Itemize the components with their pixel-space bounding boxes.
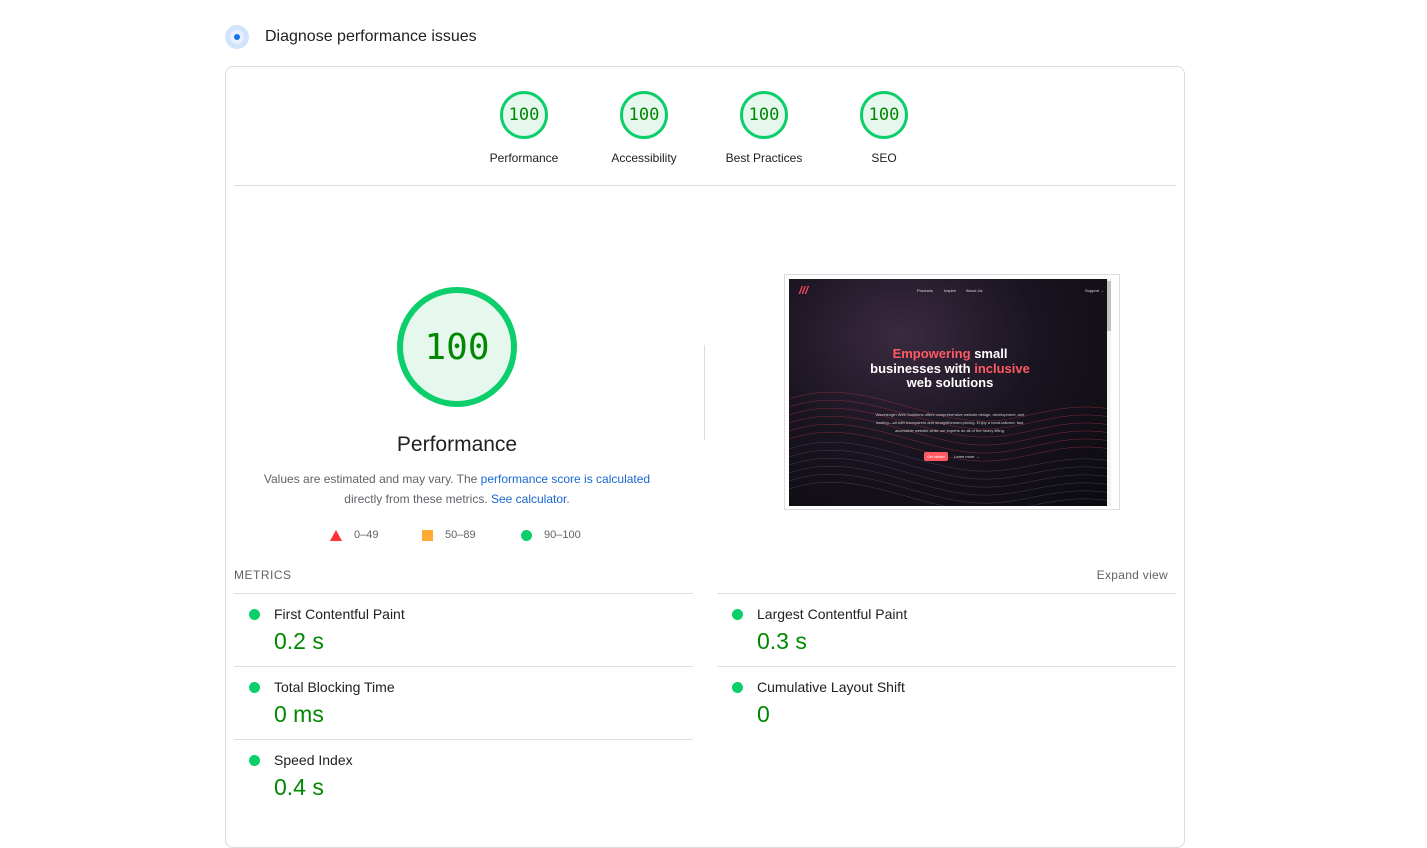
metric-speed-index[interactable]: Speed Index 0.4 s xyxy=(234,739,693,812)
lighthouse-icon xyxy=(225,25,249,49)
divider xyxy=(234,185,1176,186)
see-calculator-link[interactable]: See calculator xyxy=(491,492,566,506)
metric-name: Largest Contentful Paint xyxy=(757,606,908,622)
score-calculated-link[interactable]: performance score is calculated xyxy=(481,472,650,486)
brand-logo-icon: /// xyxy=(799,285,809,297)
metric-value: 0.2 s xyxy=(274,628,324,654)
legend-pass: 90–100 xyxy=(521,529,581,541)
nav-link: Support → xyxy=(1085,288,1105,293)
metrics-title: METRICS xyxy=(234,568,292,582)
description-text: Values are estimated and may vary. The xyxy=(263,472,481,486)
gauge-score: 100 xyxy=(740,91,788,139)
gauge-best-practices[interactable]: 100 Best Practices xyxy=(714,91,814,165)
fail-triangle-icon xyxy=(330,529,342,541)
pass-circle-icon xyxy=(521,529,532,541)
description-text: directly from these metrics. xyxy=(344,492,491,506)
nav-link: Inspire xyxy=(944,288,957,293)
gauge-score: 100 xyxy=(860,91,908,139)
screenshot-learn-link: Learn more → xyxy=(954,454,980,459)
legend-average: 50–89 xyxy=(422,529,476,541)
section-title: Diagnose performance issues xyxy=(265,28,477,45)
screenshot-body: Wavelength Web Solutions offers comprehe… xyxy=(875,412,1025,433)
metric-value: 0 ms xyxy=(274,701,324,727)
score-legend: 0–49 50–89 90–100 xyxy=(226,529,688,545)
section-header: Diagnose performance issues xyxy=(225,25,477,49)
metric-name: Speed Index xyxy=(274,752,353,768)
vertical-divider xyxy=(704,345,705,440)
gauge-label: Accessibility xyxy=(611,151,677,165)
metric-largest-contentful-paint[interactable]: Largest Contentful Paint 0.3 s xyxy=(717,593,1176,666)
metric-value: 0.3 s xyxy=(757,628,807,654)
screenshot-cta-button: Get started xyxy=(924,452,948,461)
performance-score-gauge: 100 xyxy=(397,287,517,407)
metric-cumulative-layout-shift[interactable]: Cumulative Layout Shift 0 xyxy=(717,666,1176,739)
metric-name: Cumulative Layout Shift xyxy=(757,679,905,695)
heading-highlight: inclusive xyxy=(974,360,1030,376)
performance-description: Values are estimated and may vary. The p… xyxy=(226,469,688,509)
gauge-accessibility[interactable]: 100 Accessibility xyxy=(594,91,694,165)
average-square-icon xyxy=(422,529,433,541)
legend-fail: 0–49 xyxy=(330,529,378,541)
pass-circle-icon xyxy=(249,609,260,620)
score-gauges: 100 Performance 100 Accessibility 100 Be… xyxy=(226,91,1184,171)
nav-link: Products xyxy=(917,288,933,293)
gauge-score: 100 xyxy=(620,91,668,139)
pass-circle-icon xyxy=(732,682,743,693)
legend-range: 0–49 xyxy=(354,529,379,541)
gauge-seo[interactable]: 100 SEO xyxy=(834,91,934,165)
metric-first-contentful-paint[interactable]: First Contentful Paint 0.2 s xyxy=(234,593,693,666)
metric-value: 0.4 s xyxy=(274,774,324,800)
heading-highlight: Empowering xyxy=(892,346,971,361)
screenshot-image: /// Products Inspire About Us Support → … xyxy=(789,279,1111,506)
final-screenshot[interactable]: /// Products Inspire About Us Support → … xyxy=(784,274,1120,510)
report-card: 100 Performance 100 Accessibility 100 Be… xyxy=(225,66,1185,848)
gauge-score: 100 xyxy=(500,91,548,139)
legend-range: 90–100 xyxy=(544,529,581,541)
expand-view-button[interactable]: Expand view xyxy=(1097,568,1168,582)
description-text: . xyxy=(566,492,570,506)
pass-circle-icon xyxy=(249,682,260,693)
legend-range: 50–89 xyxy=(445,529,476,541)
heading-text: web solutions xyxy=(906,375,994,390)
screenshot-heading: Empowering small businesses with inclusi… xyxy=(859,346,1041,391)
pass-circle-icon xyxy=(249,755,260,766)
nav-link: About Us xyxy=(966,288,983,293)
metric-value: 0 xyxy=(757,701,770,727)
metric-name: First Contentful Paint xyxy=(274,606,405,622)
pass-circle-icon xyxy=(732,609,743,620)
wave-graphic xyxy=(789,392,1111,506)
metric-name: Total Blocking Time xyxy=(274,679,395,695)
gauge-label: SEO xyxy=(871,151,897,165)
performance-title: Performance xyxy=(396,433,518,456)
metric-total-blocking-time[interactable]: Total Blocking Time 0 ms xyxy=(234,666,693,739)
gauge-performance[interactable]: 100 Performance xyxy=(474,91,574,165)
gauge-label: Best Practices xyxy=(725,151,803,165)
screenshot-scrollbar xyxy=(1107,279,1111,506)
gauge-label: Performance xyxy=(489,151,559,165)
